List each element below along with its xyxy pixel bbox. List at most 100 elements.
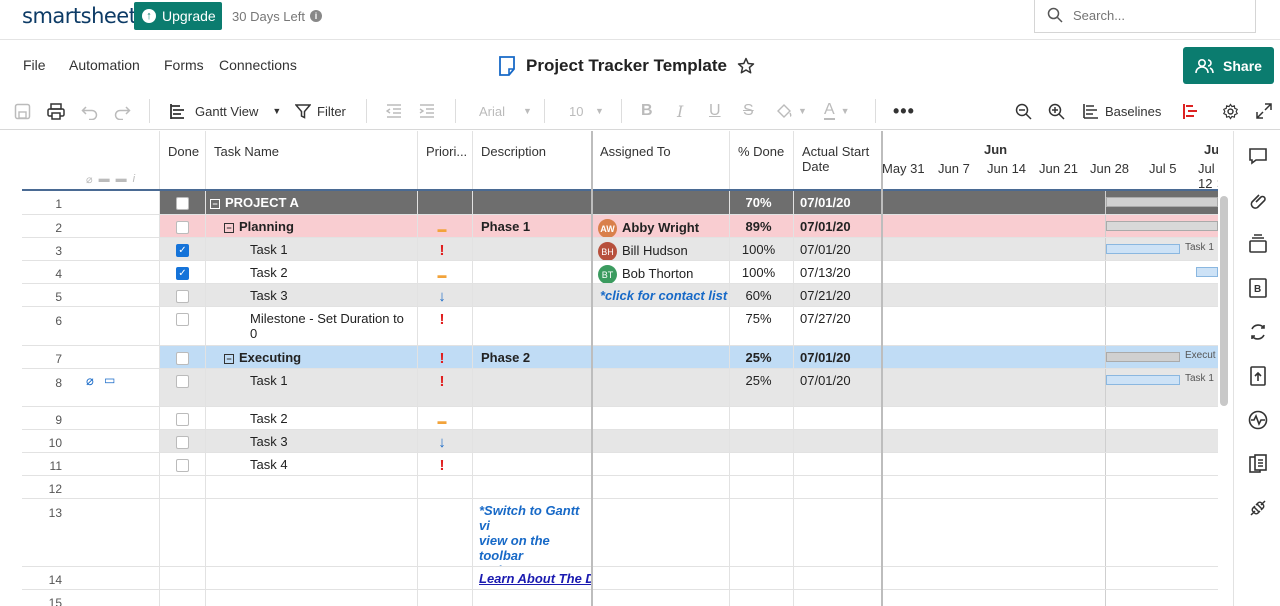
cell-task[interactable]: − Planning — [206, 215, 418, 237]
column-header-start-date[interactable]: Actual Start Date — [794, 131, 882, 189]
zoom-out-icon[interactable] — [1015, 101, 1032, 121]
forms-icon[interactable] — [1247, 453, 1269, 475]
gantt-task-bar[interactable] — [1106, 375, 1180, 385]
cell-pct[interactable] — [730, 453, 794, 475]
cell-pct[interactable] — [730, 499, 794, 566]
cell-task[interactable]: Task 3 — [206, 284, 418, 306]
strikethrough-icon[interactable]: S — [743, 101, 754, 121]
baselines-button[interactable]: Baselines — [1083, 101, 1161, 121]
smartsheet-logo[interactable]: smartsheet — [22, 4, 137, 28]
cell-assigned[interactable] — [592, 567, 730, 589]
attachments-icon[interactable] — [1247, 189, 1269, 211]
gantt-cell[interactable] — [882, 407, 1218, 429]
comment-icon[interactable]: ▭ — [104, 373, 115, 387]
column-header-done[interactable]: Done — [160, 131, 206, 189]
cell-desc[interactable] — [473, 369, 592, 406]
column-header-task-name[interactable]: Task Name — [206, 131, 418, 189]
filter-button[interactable]: Filter — [295, 101, 346, 121]
cell-done[interactable]: ✓ — [160, 261, 206, 283]
cell-assigned[interactable] — [592, 307, 730, 345]
cell-assigned[interactable] — [592, 191, 730, 214]
menu-connections[interactable]: Connections — [219, 57, 297, 73]
table-row[interactable]: 13- *Switch to Gantt viview on the toolba… — [22, 499, 1218, 567]
cell-priority[interactable] — [418, 590, 473, 606]
cell-desc[interactable] — [473, 191, 592, 214]
table-row[interactable]: 8 ⌀ ▭ Task 1! 25% 07/01/20 Task 1 — [22, 369, 1218, 407]
gantt-cell[interactable]: Task 1 — [882, 238, 1218, 260]
search-input[interactable] — [1073, 7, 1233, 23]
close-icon[interactable]: ✕ — [1216, 177, 1218, 189]
cell-pct[interactable]: 25% — [730, 369, 794, 406]
sheet-title[interactable]: Project Tracker Template — [526, 56, 727, 76]
cell-desc[interactable] — [473, 453, 592, 475]
table-row[interactable]: 4 ✓ Task 2 ▬ BT Bob Thorton 100% 07/13/20 — [22, 261, 1218, 284]
expand-icon[interactable] — [1256, 101, 1272, 121]
cell-assigned[interactable] — [592, 590, 730, 606]
star-icon[interactable] — [737, 57, 755, 75]
undo-icon[interactable] — [81, 101, 98, 121]
integrations-icon[interactable] — [1247, 497, 1269, 519]
cell-task[interactable]: − Executing — [206, 346, 418, 368]
done-checkbox[interactable] — [176, 375, 189, 388]
cell-pct[interactable]: 75% — [730, 307, 794, 345]
table-row[interactable]: 1 − PROJECT A 70% 07/01/20 — [22, 191, 1218, 215]
gantt-cell[interactable] — [882, 191, 1218, 214]
gantt-cell[interactable] — [882, 499, 1218, 566]
update-requests-icon[interactable] — [1247, 321, 1269, 343]
print-icon[interactable] — [47, 101, 65, 121]
cell-start[interactable] — [794, 407, 882, 429]
cell-start[interactable]: 07/21/20 — [794, 284, 882, 306]
cell-desc[interactable] — [473, 430, 592, 452]
cell-assigned[interactable]: AW Abby Wright — [592, 215, 730, 237]
cell-desc[interactable] — [473, 284, 592, 306]
done-checkbox[interactable] — [176, 197, 189, 210]
cell-priority[interactable] — [418, 567, 473, 589]
cell-task[interactable] — [206, 590, 418, 606]
cell-desc[interactable] — [473, 238, 592, 260]
cell-done[interactable] — [160, 215, 206, 237]
column-header-priority[interactable]: Priori... — [418, 131, 473, 189]
gantt-cell[interactable] — [882, 261, 1218, 283]
table-row[interactable]: 11 Task 4! — [22, 453, 1218, 476]
collapse-toggle-icon[interactable]: − — [224, 222, 234, 233]
cell-start[interactable] — [794, 476, 882, 498]
cell-priority[interactable]: ! — [418, 369, 473, 406]
cell-start[interactable]: 07/01/20 — [794, 369, 882, 406]
cell-assigned[interactable] — [592, 369, 730, 406]
cell-start[interactable] — [794, 453, 882, 475]
cell-pct[interactable] — [730, 476, 794, 498]
cell-priority[interactable]: ↓ — [418, 284, 473, 306]
cell-done[interactable] — [160, 476, 206, 498]
table-row[interactable]: 15 — [22, 590, 1218, 606]
gantt-task-bar[interactable] — [1196, 267, 1218, 277]
cell-start[interactable]: 07/27/20 — [794, 307, 882, 345]
vertical-scrollbar[interactable] — [1220, 196, 1228, 406]
gantt-cell[interactable] — [882, 430, 1218, 452]
cell-assigned[interactable] — [592, 346, 730, 368]
cell-priority[interactable]: ! — [418, 307, 473, 345]
text-color-button[interactable]: A ▼ — [824, 101, 850, 121]
done-checkbox[interactable] — [176, 436, 189, 449]
cell-done[interactable] — [160, 346, 206, 368]
cell-done[interactable]: ✓ — [160, 238, 206, 260]
cell-done[interactable] — [160, 430, 206, 452]
done-checkbox[interactable] — [176, 313, 189, 326]
save-icon[interactable] — [14, 101, 31, 121]
search-box[interactable] — [1034, 0, 1256, 33]
critical-path-icon[interactable] — [1183, 101, 1199, 121]
cell-start[interactable]: 07/13/20 — [794, 261, 882, 283]
font-selector[interactable]: Arial ▼ — [479, 101, 532, 121]
done-checkbox[interactable] — [176, 290, 189, 303]
gantt-summary-bar[interactable] — [1106, 197, 1218, 207]
cell-pct[interactable]: 100% — [730, 238, 794, 260]
frozen-column-divider[interactable] — [591, 131, 593, 606]
cell-assigned[interactable] — [592, 407, 730, 429]
cell-task[interactable]: Task 2 — [206, 261, 418, 283]
cell-start[interactable] — [794, 499, 882, 566]
gantt-divider[interactable] — [881, 131, 883, 606]
cell-task[interactable]: Task 4 — [206, 453, 418, 475]
table-row[interactable]: 10 Task 3 ↓ — [22, 430, 1218, 453]
table-row[interactable]: 6 Milestone - Set Duration to 0! 75% 07/27/2… — [22, 307, 1218, 346]
cell-assigned[interactable]: BH Bill Hudson — [592, 238, 730, 260]
cell-priority[interactable]: ! — [418, 238, 473, 260]
